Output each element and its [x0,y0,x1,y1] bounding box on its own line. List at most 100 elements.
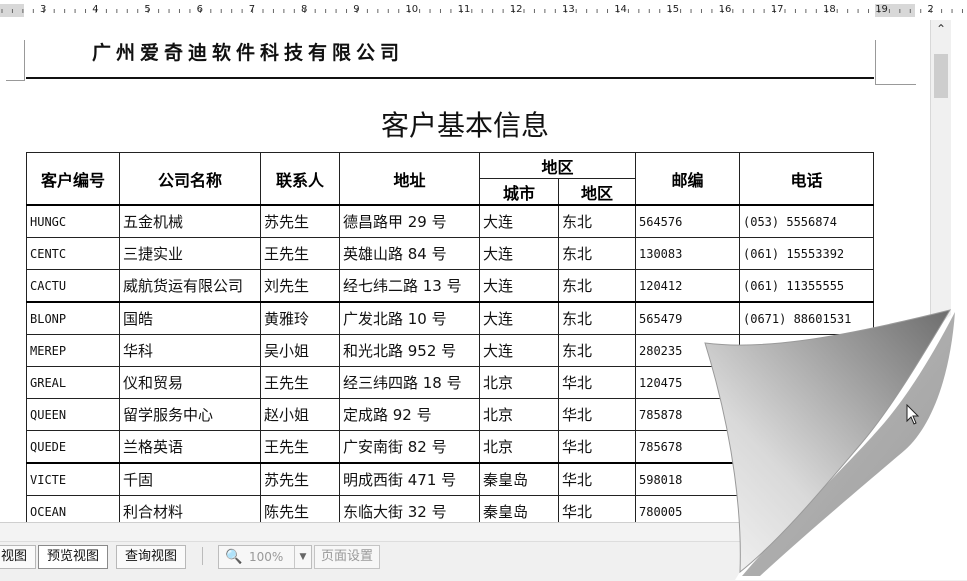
cell-customer-id: VICTE [26,462,120,496]
table-row: HUNGC 五金机械 苏先生 德昌路甲 29 号大连 东北 564576 (053) 555… [26,204,874,238]
cell-city: 大连 [479,269,559,303]
cell-region: 东北 [558,237,636,270]
header-line [26,77,874,79]
table-row: GREAL 仪和贸易 王先生 经三纬四路 18 号北京 华北 120475 [26,366,874,399]
header-address: 地址 [339,152,480,206]
chevron-up-icon[interactable]: ⌃ [931,22,951,44]
cell-contact: 王先生 [260,237,340,270]
cell-region: 华北 [558,398,636,431]
ruler-number: 15 [666,4,680,15]
ruler-number: 6 [196,4,203,15]
cell-customer-id: HUNGC [26,204,120,238]
cell-city: 大连 [479,301,559,335]
arrow-cursor-icon [906,404,920,425]
table-row: BLONP 国皓 黄雅玲 广发北路 10 号大连 东北 565479 (0671) 8860… [26,301,874,335]
cell-address: 经七纬二路 13 号 [339,269,480,303]
header-region-group: 地区 [479,152,636,179]
cell-customer-id: MEREP [26,334,120,367]
cell-customer-id: QUEDE [26,430,120,464]
ruler-number: 13 [562,4,575,15]
cell-contact: 刘先生 [260,269,340,303]
ruler-number: 4 [92,4,99,15]
horizontal-scrollbar[interactable] [0,523,967,542]
cell-city: 北京 [479,430,559,464]
page-setup-button[interactable]: 页面设置 [314,545,381,569]
cell-contact: 苏先生 [260,462,340,496]
ruler-number: 16 [718,4,732,15]
cell-company-name: 利合材料 [119,495,261,522]
ruler-number: 2 [927,4,934,15]
cell-customer-id: OCEAN [26,495,120,522]
cell-city: 大连 [479,204,559,238]
view-toolbar: 视图 预览视图 查询视图 🔍 100% ▼ 页面设置 [0,522,967,581]
cell-contact: 黄雅玲 [260,301,340,335]
cell-postcode: 120475 [635,366,740,399]
cell-address: 英雄山路 84 号 [339,237,480,270]
cell-company-name: 兰格英语 [119,430,261,464]
table-row: VICTE 千固 苏先生 明成西街 471 号秦皇岛 华北 598018 [26,462,874,496]
table-row: MEREP 华科 吴小姐 和光北路 952 号大连 东北 280235 [26,334,874,367]
cell-region: 华北 [558,462,636,496]
tab-query-view[interactable]: 查询视图 [116,545,187,569]
table-row: CACTU 威航货运有限公司 刘先生 经七纬二路 13 号大连 东北 120412 (061… [26,269,874,303]
margin-corner-left [6,40,25,81]
toolbar-separator [202,547,203,565]
cell-postcode: 130083 [635,237,740,270]
cell-region: 东北 [558,334,636,367]
cell-address: 和光北路 952 号 [339,334,480,367]
company-name: 广州爱奇迪软件科技有限公司 [92,42,405,64]
header-region: 地区 [558,178,636,206]
ruler-number: 5 [144,4,151,15]
zoom-select[interactable]: 🔍 100% ▼ [218,545,312,569]
cell-city: 大连 [479,334,559,367]
cell-customer-id: GREAL [26,366,120,399]
cell-contact: 陈先生 [260,495,340,522]
table-row: QUEDE 兰格英语 王先生 广安南街 82 号北京 华北 785678 [26,430,874,464]
ruler-number: 3 [40,4,47,15]
cell-contact: 王先生 [260,366,340,399]
cell-postcode: 280235 [635,334,740,367]
ruler-number: 14 [614,4,627,15]
cell-postcode: 780005 [635,495,740,522]
header-customer-id: 客户编号 [26,152,120,206]
cell-address: 广安南街 82 号 [339,430,480,464]
cell-company-name: 千固 [119,462,261,496]
cell-phone [739,334,874,367]
ruler-number: 17 [770,4,784,15]
cell-city: 北京 [479,398,559,431]
cell-company-name: 仪和贸易 [119,366,261,399]
cell-region: 华北 [558,495,636,522]
ruler-number: 11 [457,4,471,15]
ruler-number: 12 [509,4,523,15]
chevron-down-icon[interactable]: ▼ [294,546,311,568]
cell-contact: 苏先生 [260,204,340,238]
cell-contact: 赵小姐 [260,398,340,431]
cell-address: 经三纬四路 18 号 [339,366,480,399]
table-row: OCEAN 利合材料 陈先生 东临大街 32 号秦皇岛 华北 780005 [26,495,874,522]
ruler-number: 19 [875,4,888,15]
cell-company-name: 留学服务中心 [119,398,261,431]
cell-company-name: 五金机械 [119,204,261,238]
cell-region: 华北 [558,366,636,399]
ruler-number: 9 [353,4,360,15]
vertical-scrollbar[interactable]: ⌃ [930,20,951,522]
cell-phone: (061) 15553392 [739,237,874,270]
cell-postcode: 120412 [635,269,740,303]
cell-postcode: 565479 [635,301,740,335]
cell-phone [739,430,874,464]
ruler: 3 4 5 6 7 8 9 10 11 12 13 14 15 16 17 18 19 2 [0,0,967,21]
tab-design-view[interactable]: 视图 [0,545,37,569]
ruler-number: 7 [248,4,256,15]
cell-customer-id: QUEEN [26,398,120,431]
report-page: 广州爱奇迪软件科技有限公司 客户基本信息 客户编号 公司名称 联系人 地址 地区… [0,20,930,522]
cell-postcode: 785678 [635,430,740,464]
cell-company-name: 威航货运有限公司 [119,269,261,303]
table-row: CENTC 三捷实业 王先生 英雄山路 84 号大连 东北 130083 (061) 155… [26,237,874,270]
tab-preview-view[interactable]: 预览视图 [38,545,109,569]
scroll-thumb[interactable] [934,54,948,98]
cell-city: 秦皇岛 [479,495,559,522]
cell-region: 东北 [558,301,636,335]
customer-table: 客户编号 公司名称 联系人 地址 地区 邮编 电话 城市 地区 HUNGC 五金机… [26,152,874,522]
cell-region: 东北 [558,269,636,303]
cell-address: 东临大街 32 号 [339,495,480,522]
